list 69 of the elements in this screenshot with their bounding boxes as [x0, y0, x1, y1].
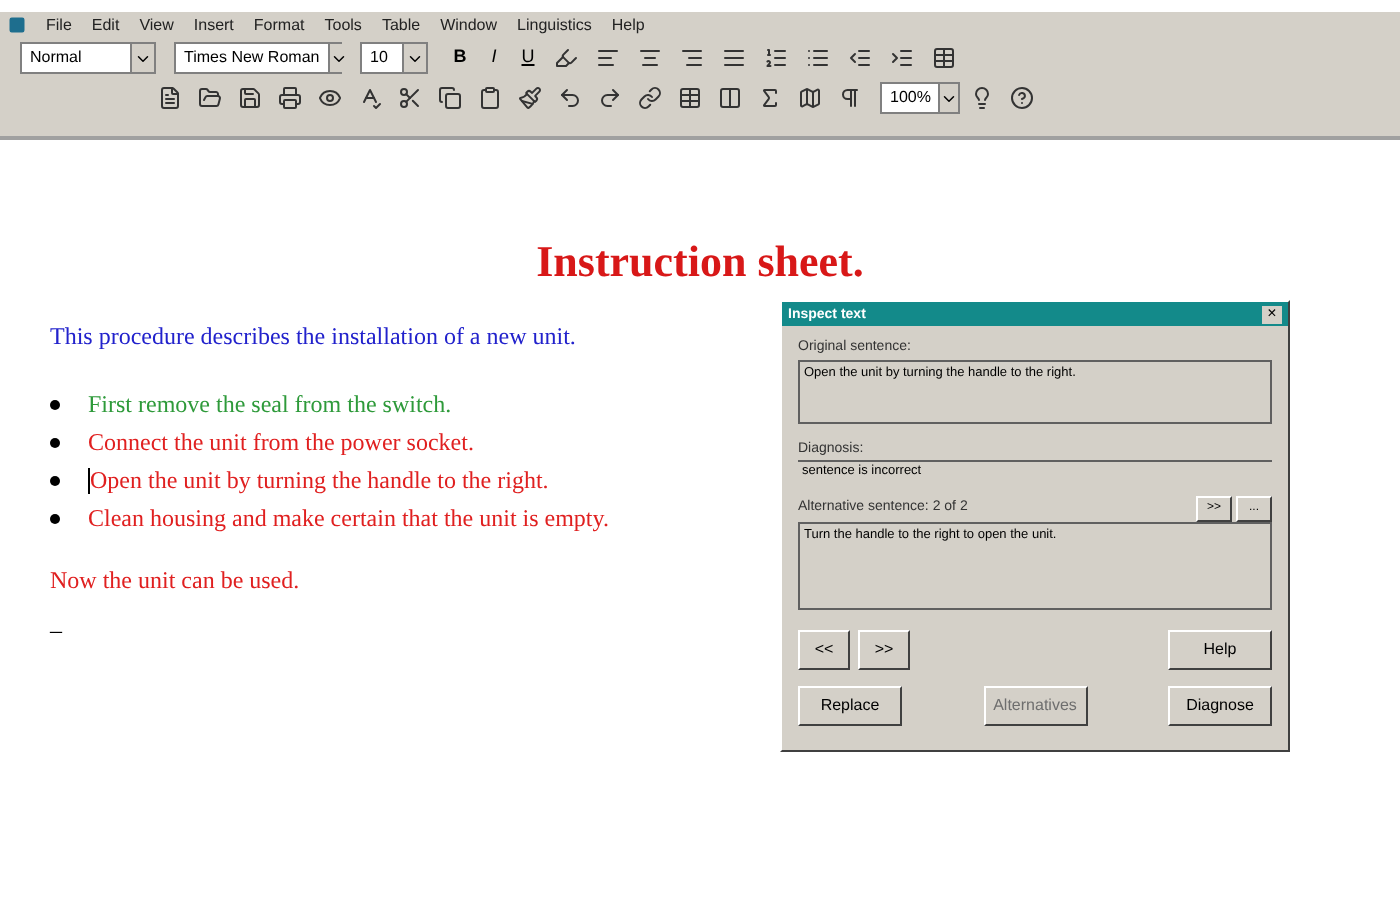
numbered-list-icon	[764, 46, 788, 70]
outdent-icon	[848, 46, 872, 70]
dialog-button[interactable]: Replace	[798, 686, 902, 726]
intro-text: This procedure describes the installation of a new unit.	[50, 320, 576, 354]
app-icon	[8, 16, 26, 34]
print-icon	[278, 86, 302, 110]
menu-item[interactable]: Help	[611, 17, 645, 33]
format-painter-icon	[518, 86, 542, 110]
menu-item[interactable]: Insert	[193, 17, 234, 33]
bullet-text: First remove the seal from the switch.	[88, 388, 452, 422]
paragraph-marks-icon	[838, 86, 862, 110]
align-left-icon	[596, 46, 620, 70]
sum-icon	[758, 86, 782, 110]
dropdown-button[interactable]	[402, 44, 426, 72]
bullet-icon	[50, 475, 60, 485]
bullet-icon	[50, 513, 60, 523]
closing-text: Now the unit can be used.	[50, 564, 300, 598]
size-dropdown[interactable]: 10	[360, 42, 428, 74]
dropdown-button[interactable]	[938, 84, 959, 112]
preview-icon	[318, 86, 342, 110]
close-button[interactable]: ×	[1262, 305, 1282, 323]
dialog-button: Alternatives	[983, 686, 1087, 726]
dialog-button[interactable]: <<	[798, 630, 850, 670]
indent-icon	[890, 46, 914, 70]
open-icon	[198, 86, 222, 110]
zoom-dropdown[interactable]: 100%	[880, 82, 960, 114]
bold-button[interactable]: B	[446, 44, 474, 72]
bullet-icon	[50, 399, 60, 409]
menu-item[interactable]: Table	[381, 17, 421, 33]
dropdown-button[interactable]	[327, 44, 348, 72]
lightbulb-icon	[970, 86, 994, 110]
font-dropdown[interactable]: Times New Roman	[174, 42, 342, 74]
justify-icon	[722, 46, 746, 70]
bullet-text: Connect the unit from the power socket.	[88, 426, 474, 460]
bullet-text: Clean housing and make certain that the unit is empty.	[88, 502, 609, 536]
help-icon	[1010, 86, 1034, 110]
spelling-icon	[358, 86, 382, 110]
paste-icon	[478, 86, 502, 110]
map-icon	[798, 86, 822, 110]
style-dropdown[interactable]: Normal	[20, 42, 156, 74]
menu-item[interactable]: View	[139, 17, 174, 33]
redo-icon	[598, 86, 622, 110]
menu-item[interactable]: Window	[440, 17, 498, 33]
underline-button[interactable]: U	[514, 44, 542, 72]
menu-item[interactable]: File	[46, 17, 72, 33]
menu-item[interactable]: Linguistics	[517, 17, 592, 33]
dash-text: –	[50, 614, 62, 648]
new-icon	[158, 86, 182, 110]
columns-icon	[718, 86, 742, 110]
dialog-button[interactable]: Help	[1168, 630, 1272, 670]
bullet-text: Open the unit by turning the handle to the right.	[90, 464, 549, 498]
cut-icon	[398, 86, 422, 110]
menu-item[interactable]: Tools	[324, 17, 362, 33]
document-title: Instruction sheet.	[534, 234, 866, 290]
bullet-icon	[50, 437, 60, 447]
menu-item[interactable]: Edit	[91, 17, 120, 33]
table-icon	[678, 86, 702, 110]
copy-icon	[438, 86, 462, 110]
menu-item[interactable]: Format	[253, 17, 305, 33]
dialog-button[interactable]: Diagnose	[1168, 686, 1272, 726]
save-icon	[238, 86, 262, 110]
border-icon	[932, 46, 956, 70]
italic-button[interactable]: I	[480, 44, 508, 72]
align-center-icon	[638, 46, 662, 70]
dialog-button[interactable]: >>	[858, 630, 910, 670]
undo-icon	[558, 86, 582, 110]
dropdown-button[interactable]	[130, 44, 154, 72]
align-right-icon	[680, 46, 704, 70]
link-icon	[638, 86, 662, 110]
